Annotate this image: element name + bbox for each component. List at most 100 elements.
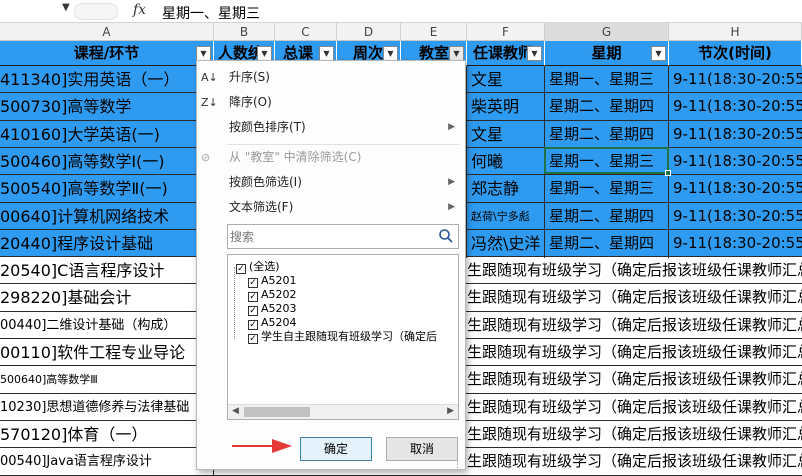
cell-teacher[interactable]: 赵荷\宁多彪 [467, 202, 545, 230]
cell-teacher[interactable]: 柴英明 [467, 93, 545, 121]
cancel-button[interactable]: 取消 [386, 437, 458, 461]
scrollbar-thumb[interactable] [244, 407, 310, 417]
scroll-right-icon[interactable]: ▶ [447, 406, 454, 416]
cell-course[interactable]: 411340]实用英语（一） [0, 66, 214, 93]
cell-weekday[interactable]: 星期一、星期三 [545, 66, 669, 93]
menu-text-filter-label: 文本筛选(F) [229, 200, 294, 214]
cell-weekday[interactable]: 星期二、星期四 [545, 229, 669, 257]
cell-course[interactable]: 298220]基础会计 [0, 284, 214, 311]
cell-period[interactable]: 9-11(18:30-20:55) [669, 175, 802, 203]
cell-note[interactable]: 生跟随现有班级学习（确定后报该班级任课教师汇总 [467, 366, 802, 393]
header-teacher-label: 任课教师 [473, 44, 534, 62]
column-header-f[interactable]: F [467, 23, 545, 41]
cell-weekday[interactable]: 星期一、星期三 [545, 175, 669, 203]
filter-dropdown-icon[interactable]: ▼ [383, 46, 398, 61]
menu-text-filter[interactable]: 文本筛选(F) ▶ [197, 195, 465, 220]
menu-sort-descending[interactable]: Z↓ 降序(O) [197, 90, 465, 115]
column-header-c[interactable]: C [275, 23, 337, 41]
cell-course[interactable]: 410160]大学英语(一) [0, 120, 214, 148]
cell-course[interactable]: 00640]计算机网络技术 [0, 202, 214, 230]
filter-search-box[interactable] [227, 224, 459, 249]
filter-active-icon[interactable]: ▼ [449, 46, 464, 61]
cell-course[interactable]: 00540]Java语言程序设计 [0, 448, 214, 475]
cell-teacher[interactable]: 何曦 [467, 147, 545, 175]
cell-period[interactable]: 9-11(18:30-20:55) [669, 120, 802, 148]
header-weekday-label: 星期 [591, 44, 622, 62]
column-header-b[interactable]: B [214, 23, 275, 41]
cell-course[interactable]: 20540]C语言程序设计 [0, 257, 214, 284]
column-header-g[interactable]: G [545, 23, 669, 41]
cell-period[interactable]: 9-11(18:30-20:55) [669, 93, 802, 121]
filter-dropdown-icon[interactable]: ▼ [319, 46, 334, 61]
column-header-d[interactable]: D [337, 23, 401, 41]
submenu-arrow-icon: ▶ [448, 122, 455, 132]
filter-item[interactable]: ✓ A5203 [248, 302, 297, 316]
cell-weekday[interactable]: 星期二、星期四 [545, 93, 669, 121]
cell-teacher[interactable]: 文星 [467, 120, 545, 148]
cell-course[interactable]: 00440]二维设计基础（构成） [0, 312, 214, 339]
checkbox-checked-icon[interactable]: ✓ [248, 306, 258, 316]
cell-course[interactable]: 500640]高等数学Ⅲ [0, 366, 214, 393]
filter-item-select-all[interactable]: ✓ (全选) [236, 260, 280, 274]
menu-filter-by-color[interactable]: 按颜色筛选(I) ▶ [197, 170, 465, 195]
cell-course[interactable]: 500730]高等数学 [0, 93, 214, 121]
ok-button[interactable]: 确定 [300, 437, 372, 461]
filter-item[interactable]: ✓ A5204 [248, 316, 297, 330]
checkbox-checked-icon[interactable]: ✓ [236, 264, 246, 274]
filter-dropdown-icon[interactable]: ▼ [527, 46, 542, 61]
resize-grip-icon[interactable]: ⋮ [453, 460, 463, 470]
cell-period[interactable]: 9-11(18:30-20:55) [669, 229, 802, 257]
column-border [466, 66, 467, 258]
cell-teacher[interactable]: 文星 [467, 66, 545, 93]
cell-course[interactable]: 570120]体育（一） [0, 421, 214, 448]
formula-bar: ▼ fx 星期一、星期三 [0, 0, 802, 23]
cell-course[interactable]: 500540]高等数学Ⅱ(一) [0, 175, 214, 203]
cell-course[interactable]: 10230]思想道德修养与法律基础 [0, 394, 214, 421]
cell-note[interactable]: 生跟随现有班级学习（确定后报该班级任课教师汇总 [467, 257, 802, 284]
menu-sort-by-color[interactable]: 按颜色排序(T) ▶ [197, 115, 465, 140]
menu-sort-ascending[interactable]: A↓ 升序(S) [197, 65, 465, 90]
filter-search-input[interactable] [230, 227, 430, 246]
cell-period[interactable]: 9-11(18:30-20:55) [669, 66, 802, 93]
formula-input[interactable]: 星期一、星期三 [162, 3, 260, 23]
fill-handle[interactable] [665, 170, 671, 176]
filter-item[interactable]: ✓ A5202 [248, 288, 297, 302]
filter-dropdown-icon[interactable]: ▼ [257, 46, 272, 61]
filter-values-list: ✓ (全选) ✓ A5201 ✓ A5202 ✓ A5203 ✓ A5204 ✓ 学生自主跟… [227, 254, 459, 420]
cell-course[interactable]: 20440]程序设计基础 [0, 229, 214, 257]
cell-note[interactable]: 生跟随现有班级学习（确定后报该班级任课教师汇总 [467, 312, 802, 339]
cell-weekday[interactable]: 星期二、星期四 [545, 120, 669, 148]
cell-weekday[interactable]: 星期二、星期四 [545, 202, 669, 230]
header-course-label: 课程/环节 [73, 44, 140, 62]
column-header-a[interactable]: A [0, 23, 214, 41]
cell-period[interactable]: 9-11(18:30-20:55) [669, 147, 802, 175]
cell-note[interactable]: 生跟随现有班级学习（确定后报该班级任课教师汇总 [467, 448, 802, 475]
cell-teacher[interactable]: 冯然\史洋 [467, 229, 545, 257]
checkbox-checked-icon[interactable]: ✓ [248, 292, 258, 302]
insert-function-icon[interactable]: fx [133, 2, 146, 18]
checkbox-checked-icon[interactable]: ✓ [248, 278, 258, 288]
header-course: 课程/环节 ▼ [0, 41, 214, 66]
cell-period[interactable]: 9-11(18:30-20:55) [669, 202, 802, 230]
cell-teacher[interactable]: 郑志静 [467, 175, 545, 203]
search-icon[interactable] [438, 228, 454, 244]
horizontal-scrollbar[interactable]: ◀ ▶ [228, 404, 458, 419]
selected-cell-outline[interactable] [544, 147, 669, 174]
cell-course[interactable]: 500460]高等数学Ⅰ(一) [0, 147, 214, 175]
namebox-dropdown-icon[interactable]: ▼ [62, 2, 70, 13]
cell-note[interactable]: 生跟随现有班级学习（确定后报该班级任课教师汇总 [467, 421, 802, 448]
column-header-h[interactable]: H [669, 23, 802, 41]
filter-item[interactable]: ✓ 学生自主跟随现有班级学习（确定后 [248, 330, 437, 344]
checkbox-checked-icon[interactable]: ✓ [248, 320, 258, 330]
checkbox-checked-icon[interactable]: ✓ [248, 334, 258, 344]
filter-dropdown-icon[interactable]: ▼ [196, 46, 211, 61]
cell-note[interactable]: 生跟随现有班级学习（确定后报该班级任课教师汇总 [467, 339, 802, 366]
filter-item[interactable]: ✓ A5201 [248, 274, 297, 288]
cell-note[interactable]: 生跟随现有班级学习（确定后报该班级任课教师汇总 [467, 394, 802, 421]
scroll-left-icon[interactable]: ◀ [232, 406, 239, 416]
filter-dropdown-icon[interactable]: ▼ [651, 46, 666, 61]
red-arrow-icon [232, 439, 292, 453]
cell-note[interactable]: 生跟随现有班级学习（确定后报该班级任课教师汇总 [467, 284, 802, 311]
cell-course[interactable]: 00110]软件工程专业导论 [0, 339, 214, 366]
column-header-e[interactable]: E [401, 23, 467, 41]
